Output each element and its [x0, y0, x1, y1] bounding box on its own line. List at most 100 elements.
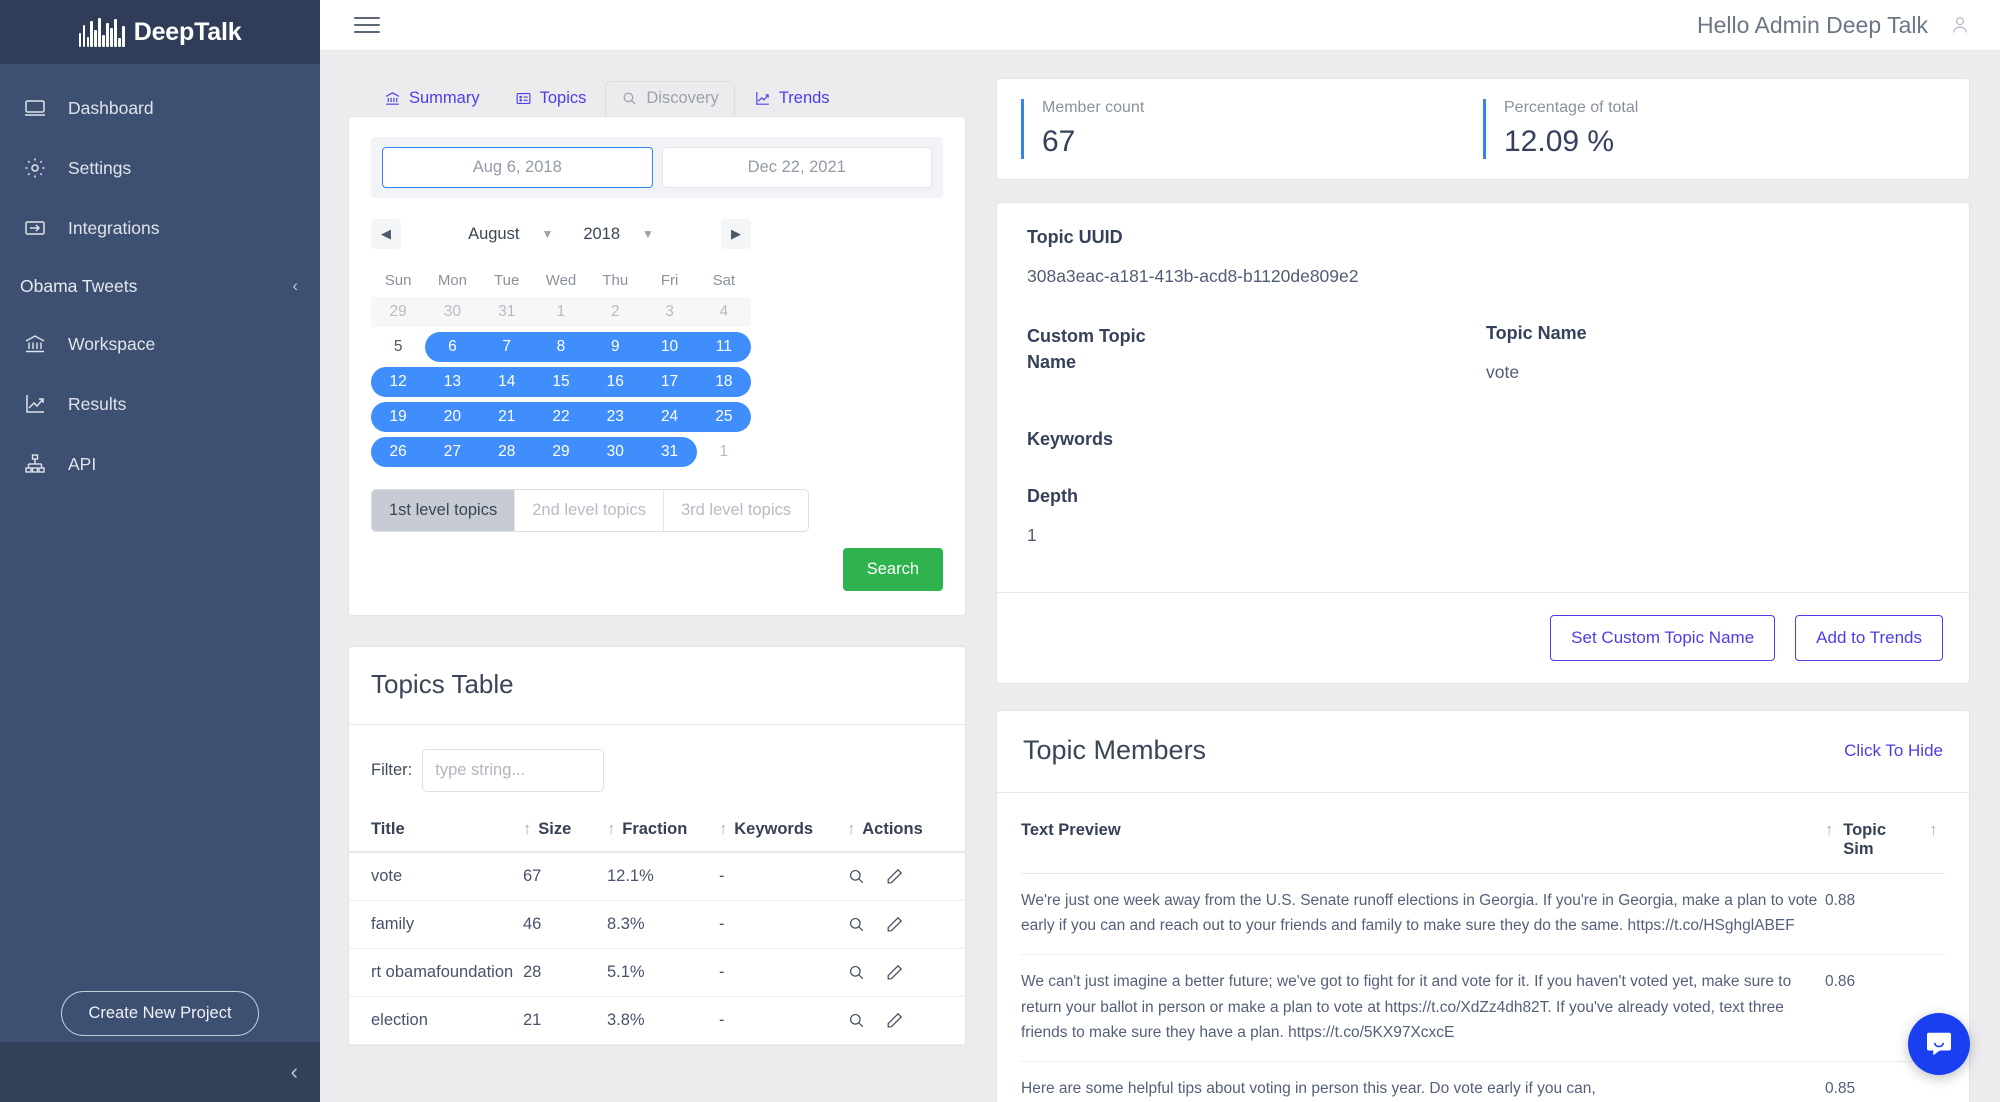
pencil-icon[interactable] — [885, 867, 904, 886]
table-row[interactable]: rt obamafoundation 28 5.1% - — [349, 948, 965, 997]
chevron-left-icon[interactable]: ‹ — [291, 1059, 298, 1085]
filter-input[interactable] — [422, 749, 605, 792]
calendar-day[interactable]: 29 — [533, 437, 589, 467]
click-to-hide-link[interactable]: Click To Hide — [1844, 741, 1943, 761]
list-item[interactable]: We can't just imagine a better future; w… — [1021, 954, 1945, 1062]
calendar-dow: Mon — [437, 272, 468, 289]
calendar-year-select[interactable]: 2018 ▼ — [583, 225, 654, 244]
calendar-day[interactable]: 21 — [479, 402, 534, 432]
table-row[interactable]: family 46 8.3% - — [349, 900, 965, 949]
sidebar-collapse-bar[interactable]: ‹ — [0, 1042, 320, 1102]
calendar-day[interactable]: 20 — [425, 402, 480, 432]
calendar-day[interactable]: 31 — [642, 437, 697, 467]
arrow-up-icon[interactable]: ↑ — [523, 820, 531, 838]
level-3-button[interactable]: 3rd level topics — [663, 490, 809, 531]
tab-trends[interactable]: Trends — [738, 81, 846, 116]
sidebar-item-dashboard[interactable]: Dashboard — [0, 78, 320, 138]
sidebar-item-integrations[interactable]: Integrations — [0, 198, 320, 258]
calendar-day[interactable]: 28 — [479, 437, 534, 467]
col-keywords[interactable]: ↑ Keywords — [715, 808, 843, 853]
arrow-up-icon[interactable]: ↑ — [719, 820, 727, 838]
calendar-day[interactable]: 23 — [588, 402, 643, 432]
calendar-day[interactable]: 17 — [642, 367, 697, 397]
calendar-day[interactable]: 26 — [371, 437, 426, 467]
calendar-dow: Thu — [602, 272, 629, 289]
col-fraction[interactable]: ↑ Fraction — [603, 808, 715, 853]
calendar-month-select[interactable]: August ▼ — [468, 225, 553, 244]
calendar-next-button[interactable]: ▶ — [721, 219, 751, 249]
calendar-day[interactable]: 11 — [696, 332, 751, 362]
calendar-day[interactable]: 1 — [697, 437, 751, 467]
date-end-field[interactable]: Dec 22, 2021 — [661, 147, 932, 188]
search-button[interactable]: Search — [842, 548, 943, 591]
col-topic-sim[interactable]: ↑ Topic Sim ↑ — [1825, 807, 1945, 875]
table-row[interactable]: election 21 3.8% - — [349, 996, 965, 1045]
calendar-day[interactable]: 12 — [371, 367, 426, 397]
sidebar-item-results[interactable]: Results — [0, 374, 320, 434]
arrow-up-icon[interactable]: ↑ — [1825, 821, 1833, 840]
list-item[interactable]: Here are some helpful tips about voting … — [1021, 1061, 1945, 1102]
calendar-day[interactable]: 13 — [425, 367, 480, 397]
calendar-day[interactable]: 15 — [533, 367, 589, 397]
calendar-day[interactable]: 3 — [642, 297, 696, 327]
calendar-day[interactable]: 9 — [588, 332, 643, 362]
calendar-day[interactable]: 7 — [479, 332, 534, 362]
sidebar-item-workspace[interactable]: Workspace — [0, 314, 320, 374]
date-start-field[interactable]: Aug 6, 2018 — [382, 147, 653, 188]
create-new-project-button[interactable]: Create New Project — [61, 991, 259, 1036]
calendar-day[interactable]: 16 — [588, 367, 643, 397]
arrow-up-icon[interactable]: ↑ — [847, 820, 855, 838]
calendar-day[interactable]: 8 — [533, 332, 589, 362]
list-item[interactable]: We're just one week away from the U.S. S… — [1021, 873, 1945, 956]
magnifier-icon[interactable] — [847, 1011, 866, 1030]
table-row[interactable]: vote 67 12.1% - — [349, 852, 965, 901]
chevron-left-icon[interactable]: ‹ — [292, 276, 298, 296]
brand-logo[interactable]: DeepTalk — [0, 0, 320, 64]
pencil-icon[interactable] — [885, 915, 904, 934]
cell-actions — [843, 996, 965, 1045]
sidebar-item-api[interactable]: API — [0, 434, 320, 494]
tab-summary[interactable]: Summary — [368, 81, 496, 116]
level-2-button[interactable]: 2nd level topics — [515, 490, 664, 531]
user-icon[interactable] — [1950, 14, 1970, 36]
calendar-day[interactable]: 19 — [371, 402, 426, 432]
calendar-day[interactable]: 22 — [533, 402, 589, 432]
calendar-day[interactable]: 30 — [588, 437, 643, 467]
calendar-day[interactable]: 18 — [696, 367, 751, 397]
calendar-day[interactable]: 24 — [642, 402, 697, 432]
tab-discovery[interactable]: Discovery — [605, 81, 735, 116]
calendar-day[interactable]: 29 — [371, 297, 425, 327]
chat-widget-button[interactable] — [1908, 1013, 1970, 1075]
add-to-trends-button[interactable]: Add to Trends — [1795, 615, 1943, 662]
calendar-prev-button[interactable]: ◀ — [371, 219, 401, 249]
calendar-day[interactable]: 6 — [425, 332, 480, 362]
calendar-day[interactable]: 27 — [425, 437, 480, 467]
calendar-day[interactable]: 31 — [480, 297, 534, 327]
magnifier-icon[interactable] — [847, 963, 866, 982]
magnifier-icon[interactable] — [847, 915, 866, 934]
tab-topics[interactable]: Topics — [499, 81, 603, 116]
pencil-icon[interactable] — [885, 963, 904, 982]
col-title[interactable]: Title — [349, 808, 519, 853]
magnifier-icon[interactable] — [847, 867, 866, 886]
calendar-day[interactable]: 1 — [534, 297, 588, 327]
sidebar-project-section[interactable]: Obama Tweets ‹ — [0, 258, 320, 314]
pencil-icon[interactable] — [885, 1011, 904, 1030]
level-1-button[interactable]: 1st level topics — [372, 490, 516, 531]
calendar-day[interactable]: 14 — [479, 367, 534, 397]
col-size-label: Size — [538, 820, 572, 838]
date-range-picker: Aug 6, 2018 Dec 22, 2021 — [371, 137, 943, 198]
cell-actions — [843, 948, 965, 997]
calendar-day[interactable]: 10 — [642, 332, 697, 362]
set-custom-topic-name-button[interactable]: Set Custom Topic Name — [1550, 615, 1776, 662]
sidebar-item-settings[interactable]: Settings — [0, 138, 320, 198]
calendar-day[interactable]: 30 — [425, 297, 479, 327]
calendar-day[interactable]: 5 — [371, 332, 425, 362]
arrow-up-icon[interactable]: ↑ — [607, 820, 615, 838]
arrow-up-icon[interactable]: ↑ — [1929, 821, 1937, 840]
hamburger-icon[interactable] — [354, 12, 380, 38]
calendar-day[interactable]: 25 — [696, 402, 751, 432]
calendar-day[interactable]: 4 — [697, 297, 751, 327]
col-size[interactable]: ↑ Size — [519, 808, 603, 853]
calendar-day[interactable]: 2 — [588, 297, 642, 327]
